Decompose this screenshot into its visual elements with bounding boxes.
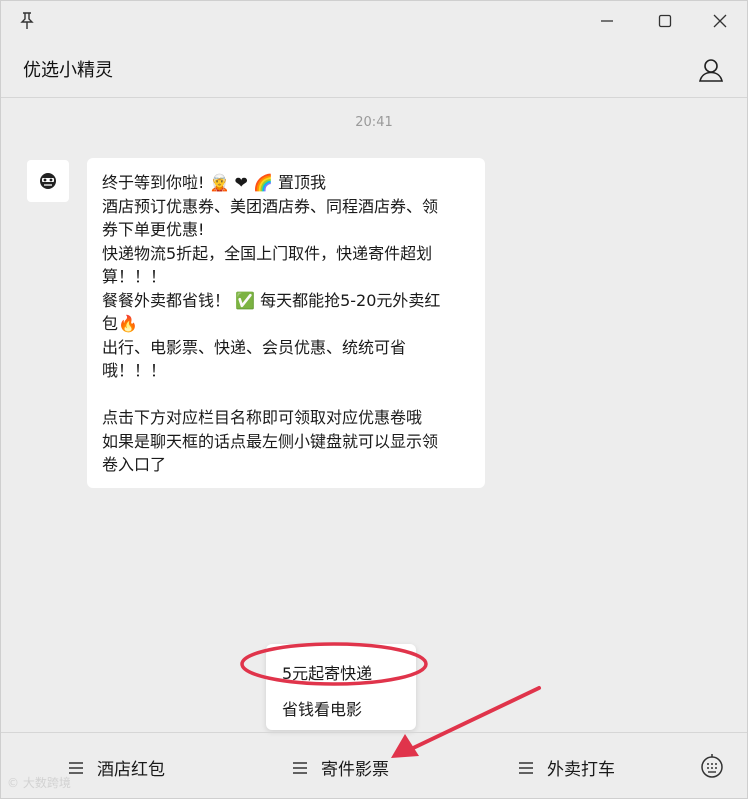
message-line: 酒店预订优惠券、美团酒店券、同程酒店券、领 [102,196,439,216]
watermark: © 大数跨境 [7,776,71,790]
close-icon[interactable] [706,9,734,33]
keyboard-icon[interactable] [699,753,725,779]
chat-title: 优选小精灵 [23,60,113,81]
menu-item-label: 外卖打车 [547,760,615,780]
message-line: 算！！！ [102,267,167,286]
menu-item-shipping-movie[interactable]: 寄件影票 [293,755,389,780]
message-line: 哦！！！ [102,361,167,380]
menu-item-label: 酒店红包 [97,760,165,780]
message-line: 券下单更优惠! [102,220,205,239]
menu-item-label: 寄件影票 [321,760,389,780]
highlight-ellipse [240,642,428,686]
message-timestamp: 20:41 [355,115,393,130]
annotation-arrow [391,686,541,758]
title-bar: 优选小精灵 [1,1,747,98]
bottom-menu-bar: 酒店红包 寄件影票 外卖打车 [1,732,747,799]
maximize-icon[interactable] [651,9,679,33]
message-line: 终于等到你啦! 🧝 ❤ 🌈 置顶我 [102,173,327,192]
menu-icon [293,761,307,774]
message-bubble: 终于等到你啦! 🧝 ❤ 🌈 置顶我 酒店预订优惠券、美团酒店券、同程酒店券、领 … [87,158,485,488]
message-line: 出行、电影票、快递、会员优惠、统统可省 [102,337,407,357]
submenu-item-movie[interactable]: 省钱看电影 [282,696,362,720]
minimize-icon[interactable] [593,9,621,33]
profile-icon[interactable] [697,57,725,83]
avatar[interactable] [27,160,69,202]
message-line: 快递物流5折起，全国上门取件，快递寄件超划 [102,243,433,263]
chat-window: 优选小精灵 20:41 终于等到你啦! 🧝 ❤ 🌈 置顶我 酒店预订优惠券、美团… [0,0,748,799]
menu-item-hotel[interactable]: 酒店红包 [69,755,165,780]
message-text: 终于等到你啦! 🧝 ❤ 🌈 置顶我 酒店预订优惠券、美团酒店券、同程酒店券、领 … [102,171,477,477]
menu-icon [69,761,83,774]
message-line: 如果是聊天框的话点最左侧小键盘就可以显示领 [102,431,439,451]
pin-icon[interactable] [17,11,37,31]
message-line: 点击下方对应栏目名称即可领取对应优惠卷哦 [102,408,423,427]
message-line: 包🔥 [102,314,138,333]
message-line: 卷入口了 [102,455,167,474]
message-line: 餐餐外卖都省钱！ ✅ 每天都能抢5-20元外卖红 [102,290,441,310]
